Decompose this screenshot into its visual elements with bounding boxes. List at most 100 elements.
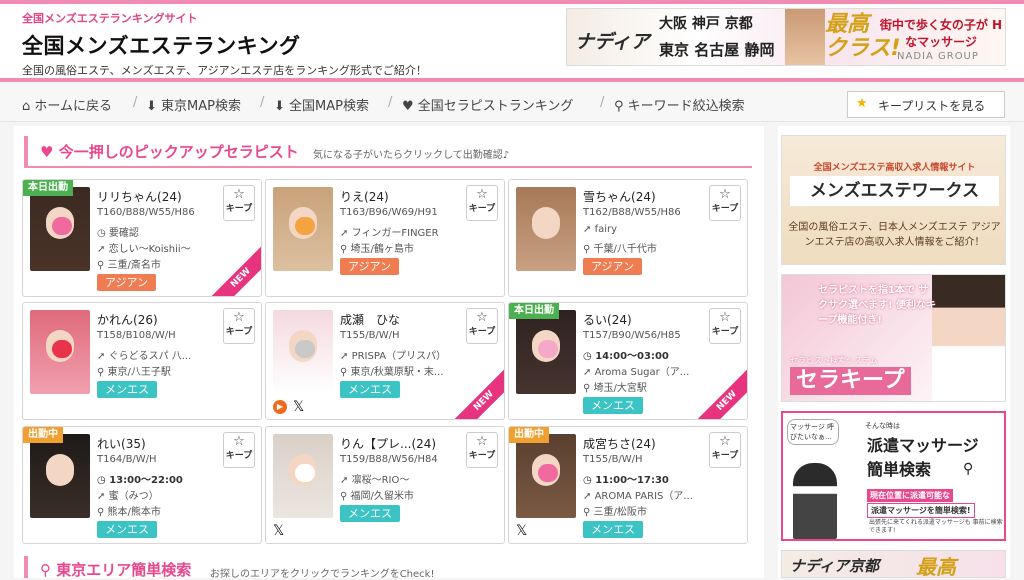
keep-button[interactable]: ☆ キープ [466, 185, 498, 221]
pickup-subtitle: 気になる子がいたらクリックして出勤確認♪ [313, 150, 510, 161]
pointer-icon: ➚ [340, 351, 349, 362]
x-icon[interactable]: 𝕏 [273, 523, 284, 539]
therapist-photo[interactable] [30, 187, 90, 271]
location-pin-icon: ⚲ [340, 491, 348, 502]
serakeep-banner[interactable]: セラピストを指1本で サクサク選べます! 便利なキープ機能付き! セラピスト検索… [781, 274, 1006, 402]
category-tag[interactable]: メンエス [583, 521, 643, 538]
therapist-photo[interactable] [273, 310, 333, 394]
therapist-card[interactable]: かれん(26) T158/B108/W/H ➚ ぐらどるスパ 八... ⚲ 東京/八王… [22, 302, 262, 420]
location-pin-icon: ⚲ [583, 244, 591, 255]
therapist-photo[interactable] [273, 187, 333, 271]
therapist-card[interactable]: 本日出勤 リリちゃん(24) T160/B88/W55/H86 ◷ 要確認 ➚ 恋しい〜… [22, 179, 262, 297]
therapist-name[interactable]: リリちゃん(24) [97, 188, 182, 205]
keep-button[interactable]: ☆ キープ [709, 185, 741, 221]
heart-icon: ♥ [402, 99, 414, 114]
therapist-card[interactable]: 出勤中 れい(35) T164/B/W/H ◷ 13:00〜22:00 ➚ 蜜（みつ） ⚲… [22, 426, 262, 544]
keep-button[interactable]: ☆ キープ [223, 432, 255, 468]
nav-therapist-ranking[interactable]: ♥ 全国セラピストランキング [402, 95, 573, 114]
site-tagline: 全国メンズエステランキングサイト [22, 12, 198, 25]
status-badge: 出勤中 [23, 427, 63, 443]
therapist-card[interactable]: 雪ちゃん(24) T162/B88/W55/H86 ➚ fairy ⚲ 千葉/八千代市… [508, 179, 748, 297]
therapist-card[interactable]: 成瀬 ひな T155/B/W/H ➚ PRISPA（プリスパ） ⚲ 東京/秋葉原駅・末… [265, 302, 505, 420]
therapist-shop[interactable]: ➚ 恋しい〜Koishii〜 [97, 240, 227, 255]
therapist-photo[interactable] [516, 434, 576, 518]
therapist-size: T158/B108/W/H [97, 330, 176, 341]
banner-brand: ナディア [575, 31, 650, 53]
therapist-shop[interactable]: ➚ AROMA PARIS（ア... [583, 487, 713, 502]
keep-button[interactable]: ☆ キープ [709, 432, 741, 468]
therapist-photo[interactable] [516, 187, 576, 271]
therapist-shop[interactable]: ➚ Aroma Sugar（ア... [583, 363, 713, 378]
nav-home[interactable]: ⌂ ホームに戻る [22, 95, 112, 114]
therapist-photo[interactable] [30, 310, 90, 394]
therapist-name[interactable]: 雪ちゃん(24) [583, 188, 656, 205]
nav-keyword-search[interactable]: ⚲ キーワード絞込検索 [614, 95, 745, 114]
status-badge: 本日出勤 [23, 180, 73, 196]
x-icon[interactable]: 𝕏 [293, 399, 304, 415]
category-tag[interactable]: メンエス [97, 381, 157, 398]
youtube-icon[interactable]: ▶ [273, 400, 287, 414]
therapist-area: ⚲ 熊本/熊本市 [97, 507, 161, 518]
therapist-area: ⚲ 福岡/久留米市 [340, 491, 414, 502]
therapist-shop[interactable]: ➚ fairy [583, 224, 713, 235]
category-tag[interactable]: アジアン [340, 258, 400, 275]
category-tag[interactable]: メンエス [583, 397, 643, 414]
nadia-kyoto-banner[interactable]: ナディア京都 最高 [781, 550, 1006, 578]
recruit-desc: 全国の風俗エステ、日本人メンズエステ アジアンエステ店の高収入求人情報をご紹介！ [788, 222, 1001, 248]
keep-button[interactable]: ☆ キープ [223, 185, 255, 221]
search-icon: ⚲ [963, 461, 974, 477]
therapist-card[interactable]: りん【プレ...(24) T159/B88/W56/H84 ➚ 凛桜〜RIO〜 ⚲ 福… [265, 426, 505, 544]
nav-japan-map[interactable]: ⬇ 全国MAP検索 [274, 95, 369, 114]
therapist-name[interactable]: 成瀬 ひな [340, 311, 400, 328]
location-pin-icon: ⚲ [97, 260, 105, 271]
clock-icon: ◷ [97, 228, 106, 239]
therapist-size: T157/B90/W56/H85 [583, 330, 681, 341]
site-description: 全国の風俗エステ、メンズエステ、アジアンエステ店をランキング形式でご紹介！ [22, 64, 427, 77]
location-pin-icon: ⚲ [97, 367, 105, 378]
keep-button[interactable]: ☆ キープ [466, 308, 498, 344]
status-badge: 出勤中 [509, 427, 549, 443]
dispatch-massage-banner[interactable]: マッサージ 呼びたいなぁ… そんな時は 派遣マッサージ 簡単検索 ⚲ 現在位置に… [781, 411, 1006, 541]
therapist-time: ◷ 要確認 [97, 228, 139, 239]
nav-tokyo-map[interactable]: ⬇ 東京MAP検索 [146, 95, 241, 114]
category-tag[interactable]: メンエス [340, 505, 400, 522]
therapist-photo[interactable] [516, 310, 576, 394]
therapist-area: ⚲ 千葉/八千代市 [583, 244, 657, 255]
keep-button[interactable]: ☆ キープ [466, 432, 498, 468]
therapist-name[interactable]: りえ(24) [340, 188, 389, 205]
therapist-name[interactable]: 成宮ちさ(24) [583, 435, 656, 452]
therapist-shop[interactable]: ➚ ぐらどるスパ 八... [97, 347, 227, 362]
therapist-card[interactable]: 本日出勤 るい(24) T157/B90/W56/H85 ◷ 14:00〜03:00 ➚… [508, 302, 748, 420]
therapist-card[interactable]: 出勤中 成宮ちさ(24) T155/B/W/H ◷ 11:00〜17:30 ➚ AROM… [508, 426, 748, 544]
therapist-size: T162/B88/W55/H86 [583, 207, 681, 218]
keeplist-button[interactable]: ★ キープリストを見る [847, 91, 1005, 118]
category-tag[interactable]: アジアン [583, 258, 643, 275]
recruit-big: メンズエステワークス [790, 176, 999, 206]
keep-button[interactable]: ☆ キープ [223, 308, 255, 344]
sns-links[interactable]: 𝕏 [516, 523, 527, 539]
category-tag[interactable]: メンエス [340, 381, 400, 398]
mens-este-works-banner[interactable]: 全国メンズエステ高収入求人情報サイト メンズエステワークス 全国の風俗エステ、日… [781, 135, 1006, 265]
therapist-name[interactable]: るい(24) [583, 311, 632, 328]
therapist-photo[interactable] [30, 434, 90, 518]
sns-links[interactable]: 𝕏 [273, 523, 284, 539]
therapist-card[interactable]: りえ(24) T163/B96/W69/H91 ➚ フィンガーFINGER ⚲ 埼玉/… [265, 179, 505, 297]
keep-button[interactable]: ☆ キープ [709, 308, 741, 344]
serakeep-small: セラピスト検索システム [790, 356, 878, 365]
sns-links[interactable]: ▶ 𝕏 [273, 399, 304, 415]
site-title[interactable]: 全国メンズエステランキング [22, 30, 300, 60]
therapist-shop[interactable]: ➚ フィンガーFINGER [340, 224, 470, 239]
therapist-name[interactable]: れい(35) [97, 435, 146, 452]
therapist-shop[interactable]: ➚ 凛桜〜RIO〜 [340, 471, 470, 486]
pointer-icon: ➚ [97, 491, 106, 502]
therapist-shop[interactable]: ➚ PRISPA（プリスパ） [340, 347, 470, 362]
therapist-name[interactable]: りん【プレ...(24) [340, 435, 436, 452]
therapist-photo[interactable] [273, 434, 333, 518]
therapist-shop[interactable]: ➚ 蜜（みつ） [97, 487, 227, 502]
area-search-header: ⚲ 東京エリア簡単検索 お探しのエリアをクリックでランキングをCheck! [24, 556, 752, 580]
category-tag[interactable]: アジアン [97, 274, 157, 291]
category-tag[interactable]: メンエス [97, 521, 157, 538]
nadia-banner[interactable]: ナディア 大阪 神戸 京都 東京 名古屋 静岡 最高 クラス! 街中で歩く女の子が… [566, 8, 1006, 66]
therapist-name[interactable]: かれん(26) [97, 311, 158, 328]
x-icon[interactable]: 𝕏 [516, 523, 527, 539]
